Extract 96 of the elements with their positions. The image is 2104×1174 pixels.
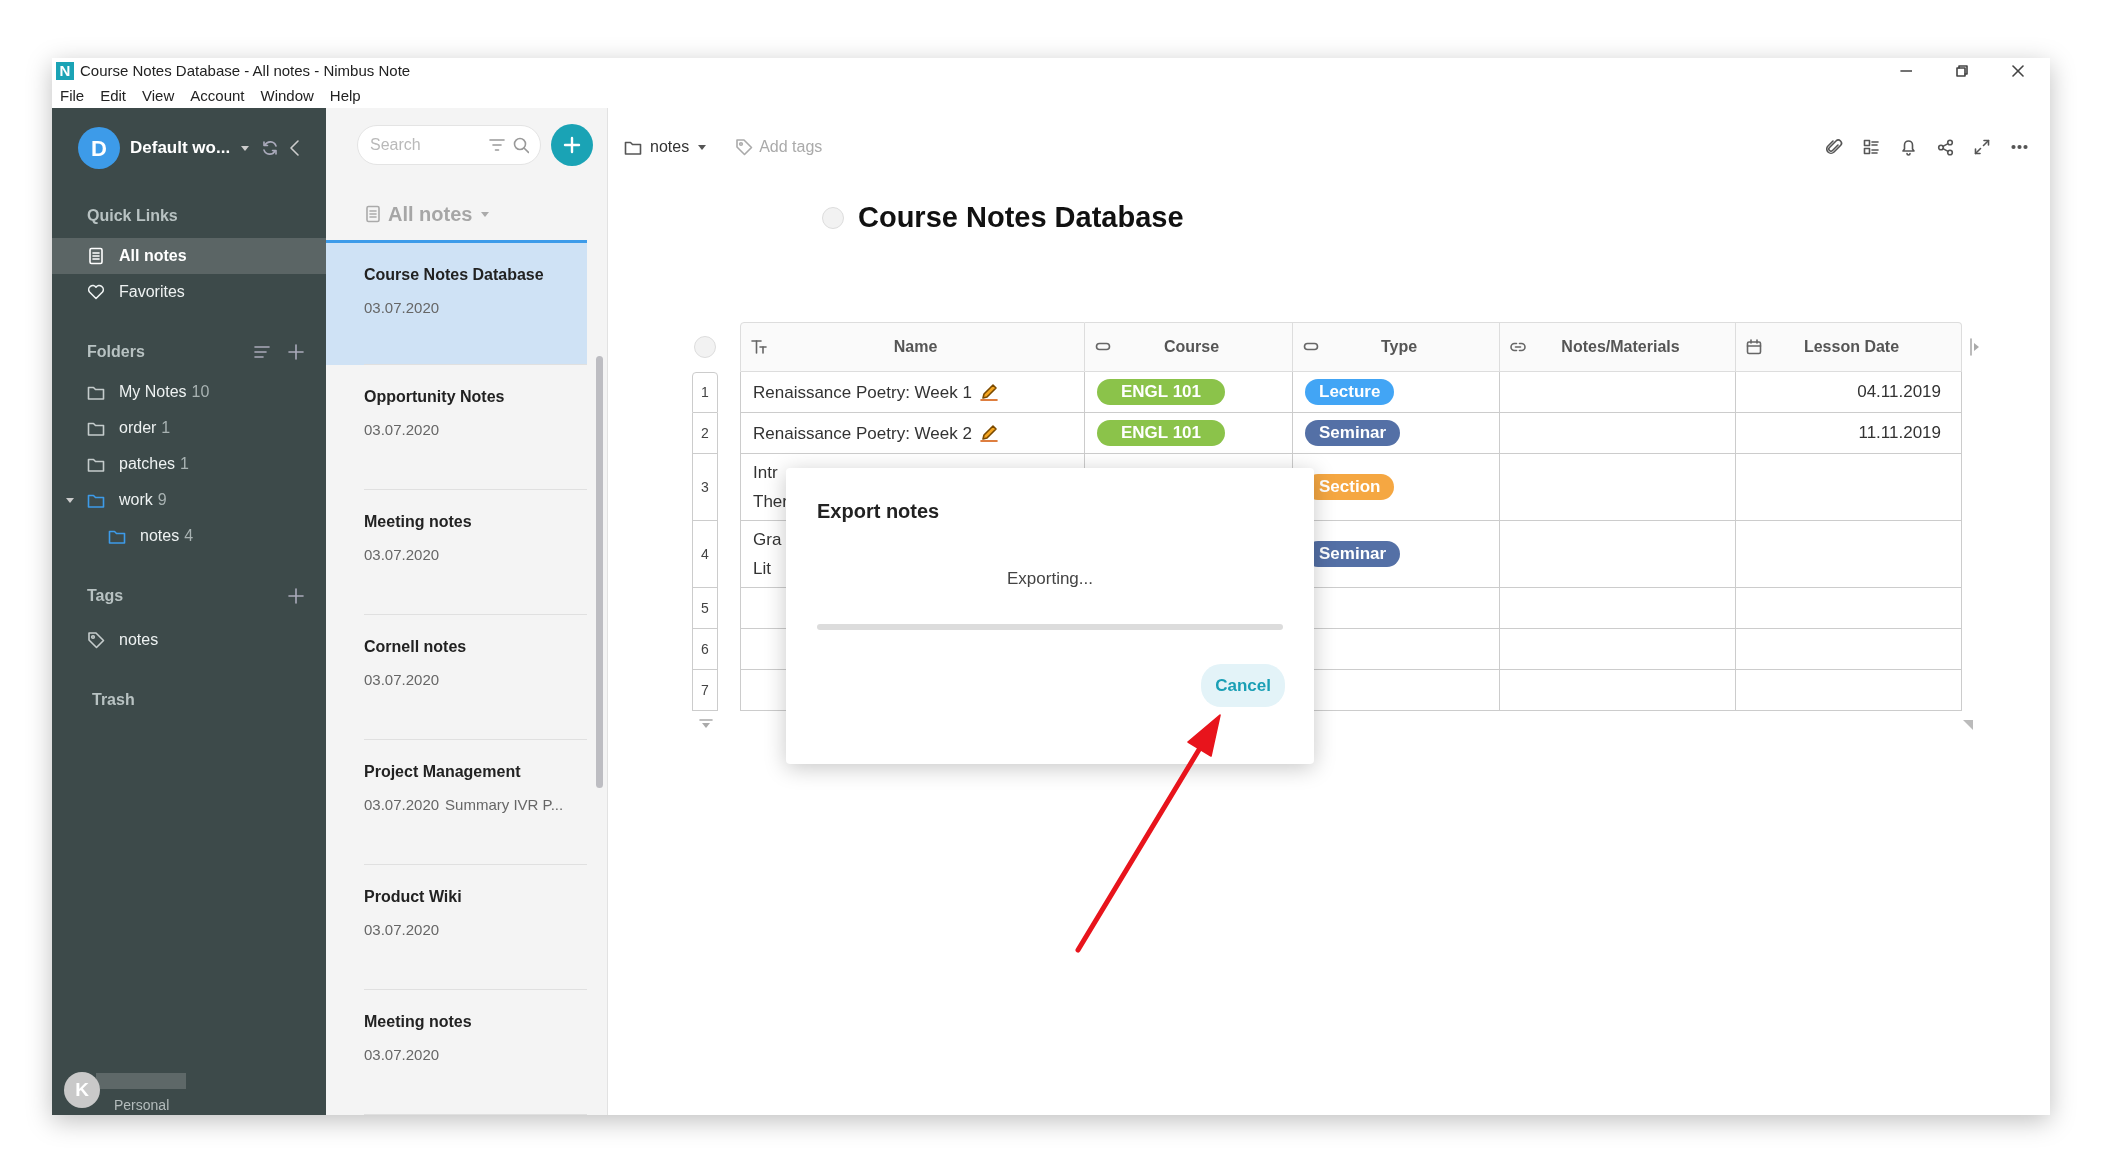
workspace-name[interactable]: Default wo... — [130, 135, 231, 161]
type-tag[interactable]: Seminar — [1305, 420, 1401, 446]
caret-icon[interactable] — [240, 143, 251, 153]
table-cell: 04.11.2019 — [1736, 372, 1962, 413]
row-number[interactable]: 6 — [692, 629, 718, 670]
maximize-icon[interactable] — [1956, 65, 1968, 77]
note-date: 03.07.2020 — [364, 796, 440, 813]
note-title: Meeting notes — [364, 512, 473, 532]
column-header[interactable]: Lesson Date — [1736, 322, 1962, 372]
expand-icon[interactable] — [1974, 138, 1991, 156]
menu-item[interactable]: File — [52, 84, 93, 108]
section-heading: Folders — [87, 342, 145, 362]
note-date: 03.07.2020 — [364, 299, 440, 316]
window-title: Course Notes Database - All notes - Nimbus Note — [80, 60, 411, 81]
menu-item[interactable]: Help — [321, 84, 369, 108]
checkbox[interactable] — [822, 207, 844, 229]
folder-selector[interactable]: notes — [624, 135, 708, 159]
section-heading: Quick Links — [87, 206, 178, 226]
menu-item[interactable]: Window — [252, 84, 322, 108]
note-item[interactable]: Meeting notes 03.07.2020 — [326, 990, 587, 1115]
menu-item[interactable]: Edit — [92, 84, 135, 108]
note-title: Product Wiki — [364, 887, 463, 907]
menu-item[interactable]: View — [134, 84, 183, 108]
folder-item[interactable]: order 1 — [52, 410, 326, 446]
tag-icon — [735, 138, 754, 156]
add-icon[interactable] — [288, 344, 304, 360]
note-title: Project Management — [364, 762, 522, 782]
folder-item[interactable]: My Notes 10 — [52, 374, 326, 410]
table-cell: 11.11.2019 — [1736, 413, 1962, 454]
add-note-button[interactable] — [551, 124, 593, 166]
row-number[interactable]: 2 — [692, 413, 718, 454]
bell-icon[interactable] — [1900, 138, 1917, 156]
caret-icon — [697, 142, 708, 152]
note-title: Opportunity Notes — [364, 387, 506, 407]
note-item[interactable]: Cornell notes 03.07.2020 — [326, 615, 587, 740]
select-all-checkbox[interactable] — [694, 336, 716, 358]
table-cell: Renaissance Poetry: Week 1 — [740, 372, 1085, 413]
text-type-icon — [751, 339, 767, 355]
note-title: Course Notes Database — [364, 265, 545, 285]
sidebar-item[interactable]: All notes — [52, 238, 326, 274]
plus-icon — [563, 136, 581, 154]
note-item[interactable]: Product Wiki 03.07.2020 — [326, 865, 587, 990]
note-item[interactable]: Course Notes Database 03.07.2020 — [326, 240, 587, 365]
add-icon[interactable] — [288, 588, 304, 604]
notes-icon — [364, 205, 380, 223]
search-icon[interactable] — [513, 137, 529, 154]
heart-icon — [87, 283, 105, 301]
row-number[interactable]: 3 — [692, 454, 718, 521]
note-item[interactable]: Project Management 03.07.2020 Summary IVR P... — [326, 740, 587, 865]
dialog-title: Export notes — [817, 499, 941, 524]
row-number[interactable]: 4 — [692, 521, 718, 588]
expanded-caret-icon[interactable] — [65, 495, 75, 505]
row-number[interactable]: 1 — [692, 372, 718, 413]
notes-icon — [87, 247, 105, 265]
share-icon[interactable] — [1937, 138, 1954, 156]
tag-icon — [87, 631, 105, 649]
row-number[interactable]: 5 — [692, 588, 718, 629]
folder-item[interactable]: patches 1 — [52, 446, 326, 482]
attachment-icon[interactable] — [1826, 138, 1843, 156]
tag-item[interactable]: notes — [52, 622, 326, 658]
folder-item[interactable]: notes 4 — [52, 518, 326, 554]
sidebar-item[interactable]: Favorites — [52, 274, 326, 310]
column-header[interactable]: Course — [1085, 322, 1293, 372]
note-title: Course Notes Database — [858, 200, 1184, 236]
sync-icon[interactable] — [262, 140, 279, 156]
calendar-icon — [1746, 339, 1762, 355]
note-snippet: Summary IVR P... — [445, 796, 564, 813]
folder-item[interactable]: work 9 — [52, 482, 326, 518]
app-logo: N — [56, 62, 74, 80]
column-header[interactable]: Notes/Materials — [1500, 322, 1736, 372]
table-cell: Renaissance Poetry: Week 2 — [740, 413, 1085, 454]
column-header[interactable]: Type — [1293, 322, 1500, 372]
checklist-icon[interactable] — [1863, 138, 1880, 156]
collapse-icon[interactable] — [288, 139, 301, 157]
menu-item[interactable]: Account — [182, 84, 253, 108]
resize-handle-icon[interactable] — [1962, 719, 1974, 731]
scrollbar[interactable] — [596, 356, 603, 788]
note-title: Cornell notes — [364, 637, 468, 657]
note-title: Meeting notes — [364, 1012, 473, 1032]
sort-icon[interactable] — [254, 344, 270, 360]
row-number[interactable]: 7 — [692, 670, 718, 711]
note-date: 03.07.2020 — [364, 1046, 440, 1063]
row-filter-icon[interactable] — [699, 719, 713, 729]
search-field[interactable]: Search — [357, 125, 541, 165]
section-heading: Tags — [87, 586, 124, 606]
account-plan: Personal — [114, 1096, 170, 1115]
note-item[interactable]: Opportunity Notes 03.07.2020 — [326, 365, 587, 490]
note-date: 03.07.2020 — [364, 921, 440, 938]
note-date: 03.07.2020 — [364, 546, 440, 563]
note-date: 03.07.2020 — [364, 421, 440, 438]
trash-item[interactable]: Trash — [92, 688, 135, 712]
note-date: 03.07.2020 — [364, 671, 440, 688]
note-item[interactable]: Meeting notes 03.07.2020 — [326, 490, 587, 615]
close-icon[interactable] — [2012, 65, 2024, 77]
column-header[interactable]: Name — [740, 322, 1085, 372]
add-column-icon[interactable] — [1970, 338, 1980, 356]
